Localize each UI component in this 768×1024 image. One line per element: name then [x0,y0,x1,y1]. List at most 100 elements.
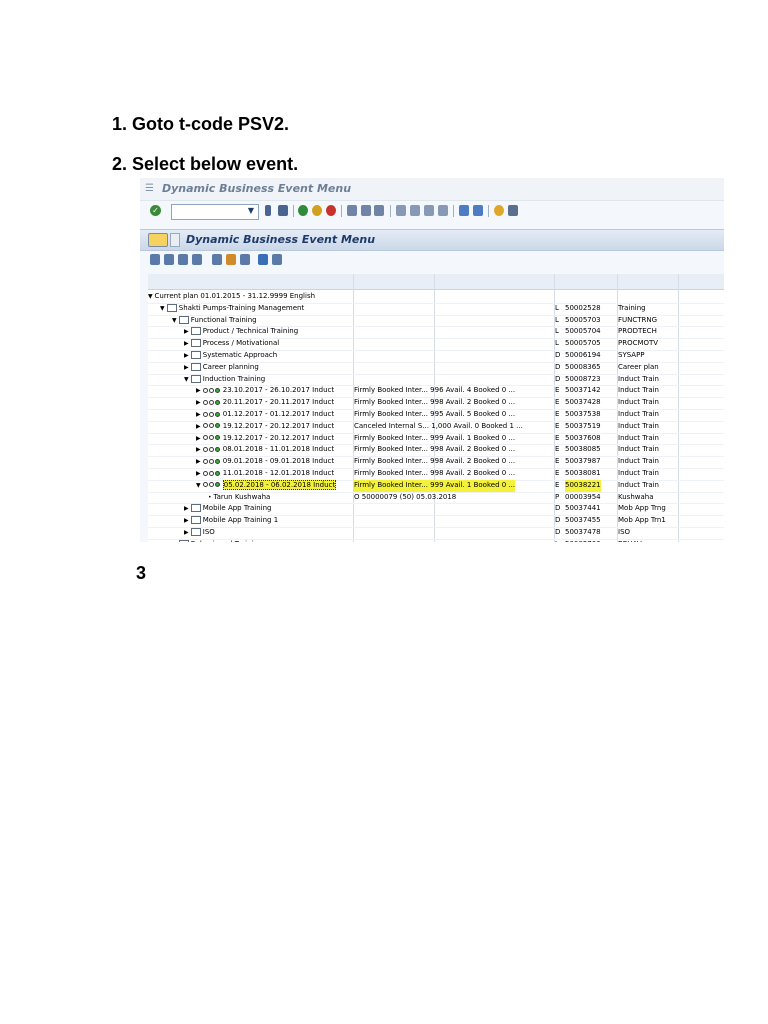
tree-node[interactable]: ▶ 09.01.2018 - 09.01.2018 Induct [196,456,334,468]
tree-node[interactable]: ▶ 01.12.2017 - 01.12.2017 Induct [196,409,334,421]
object-id-cell: 50005704 [565,327,601,336]
previous-page-icon[interactable] [410,205,420,216]
next-page-icon[interactable] [424,205,434,216]
toolbar-separator [488,205,489,217]
tree-node-label: Career planning [202,362,259,371]
object-id-cell: 50005705 [565,339,601,348]
object-type-cell: E [555,480,560,489]
tree-node[interactable]: ▶ 23.10.2017 - 26.10.2017 Induct [196,385,334,397]
tree-node[interactable]: ▼ Current plan 01.01.2015 - 31.12.9999 E… [148,291,315,303]
tree-node[interactable]: ▼ Behavioural Training [172,539,262,542]
document-icon [190,362,201,371]
step-2-text: 2. Select below event. [112,154,299,174]
tree-node[interactable]: ▶ 19.12.2017 - 20.12.2017 Induct [196,421,334,433]
tree-node-label: 19.12.2017 - 20.12.2017 Induct [222,421,335,430]
tree-node-label: 23.10.2017 - 26.10.2017 Induct [222,386,335,395]
tree-node[interactable]: ▶ ISO [184,527,215,539]
tree-node[interactable]: ▶ Mobile App Training 1 [184,515,278,527]
object-id-cell: 50037519 [565,421,601,430]
new-session-icon[interactable] [459,205,469,216]
tree-node[interactable]: ▶ 08.01.2018 - 11.01.2018 Induct [196,444,334,456]
tree-node[interactable]: ▶ Product / Technical Training [184,326,298,338]
green-back-icon[interactable] [298,205,308,216]
object-id-cell: 00003954 [565,492,601,501]
object-id-cell: 50037987 [565,457,601,466]
layout-icon[interactable] [508,205,518,216]
window-title: Dynamic Business Event Menu [162,182,352,195]
first-page-icon[interactable] [396,205,406,216]
object-type-cell: D [555,351,561,359]
tree-node[interactable]: ▶ 19.12.2017 - 20.12.2017 Induct [196,433,334,445]
object-type-cell: P [555,492,560,501]
settings-icon[interactable] [272,254,282,265]
tree-node-label: Shakti Pumps-Training Management [178,303,305,312]
tree-node[interactable]: ▶ 20.11.2017 - 20.11.2017 Induct [196,397,334,409]
status-lights-icon [202,385,221,397]
tree-node-label: 05.02.2018 - 06.02.2018 Induct [222,479,337,490]
tree-node[interactable]: ▶ Career planning [184,362,259,374]
tree-node-label: 19.12.2017 - 20.12.2017 Induct [222,433,335,442]
step-3-text: 3 [136,563,147,583]
tree-node-label: 20.11.2017 - 20.11.2017 Induct [222,398,335,407]
search-icon[interactable] [164,254,174,265]
shortcut-icon[interactable] [473,205,483,216]
short-name-cell: Induct Train [618,457,659,466]
save-icon[interactable] [278,205,288,216]
export-icon[interactable] [240,254,250,265]
refresh-icon[interactable] [258,254,268,265]
exit-icon[interactable] [312,205,322,216]
save-layout-icon[interactable] [212,254,222,265]
short-name-cell: Induct Train [618,433,659,442]
enter-check-icon[interactable]: ✓ [150,205,161,216]
tree-row[interactable]: ▼ Behavioural Training L 50005706 BEHAV [148,539,724,542]
panel-title-bar: Dynamic Business Event Menu [140,229,724,251]
tree-node[interactable]: ▼ Functional Training [172,315,257,327]
short-name-cell: Induct Train [618,386,659,395]
document-icon [190,504,201,513]
object-id-cell: 50037478 [565,528,601,536]
short-name-cell: Career plan [618,362,659,371]
object-id-cell: 50037455 [565,516,601,525]
tree-node[interactable]: ▶ 11.01.2018 - 12.01.2018 Induct [196,468,334,480]
tree-node[interactable]: ▼ 05.02.2018 - 06.02.2018 Induct [196,479,337,492]
object-id-cell: 50037142 [565,386,601,395]
tree-node[interactable]: ▼ Induction Training [184,374,265,386]
command-field[interactable]: ▼ [171,204,259,220]
status-lights-icon [202,409,221,421]
chevron-down-icon[interactable]: ▼ [248,206,254,215]
tree-node[interactable]: ▶ Process / Motivational [184,338,279,350]
short-name-cell: PRODTECH [618,327,657,336]
print-icon[interactable] [347,205,357,216]
find-next-icon[interactable] [374,205,384,216]
step-1-text: 1. Goto t-code PSV2. [112,114,290,134]
find-icon[interactable] [361,205,371,216]
object-id-cell: 50038221 [565,479,601,492]
view-icon[interactable] [178,254,188,265]
short-name-cell: Induct Train [618,480,659,489]
user-icon[interactable] [226,254,236,265]
detail-icon[interactable] [192,254,202,265]
hierarchy-icon[interactable] [150,254,160,265]
object-type-cell: E [555,457,560,466]
event-info-cell: Firmly Booked Inter... 995 Avail. 5 Book… [354,410,516,418]
back-icon[interactable] [265,205,271,216]
event-info-cell: Firmly Booked Inter... 998 Avail. 2 Book… [354,398,516,407]
dropdown-icon[interactable] [170,233,180,247]
tree-node[interactable]: • Tarun Kushwaha [208,492,270,504]
object-id-cell: 50002528 [565,303,601,312]
tree-node[interactable]: ▼ Shakti Pumps-Training Management [160,303,304,315]
menu-icon[interactable]: ☰ [145,183,154,194]
short-name-cell: BEHAV [618,539,642,542]
help-icon[interactable] [494,205,504,216]
tree-node[interactable]: ▶ Mobile App Training [184,503,271,515]
tree-node-label: 09.01.2018 - 09.01.2018 Induct [222,457,335,466]
tree-node[interactable]: ▶ Systematic Approach [184,350,277,362]
object-id-cell: 50038081 [565,469,601,477]
cancel-icon[interactable] [326,205,336,216]
menu-panel-icon[interactable] [148,233,168,247]
tree-node-label: Induction Training [202,374,266,383]
object-type-cell: E [555,445,560,454]
event-info-cell: Firmly Booked Inter... 999 Avail. 1 Book… [354,433,516,442]
last-page-icon[interactable] [438,205,448,216]
object-id-cell: 50008365 [565,362,601,371]
